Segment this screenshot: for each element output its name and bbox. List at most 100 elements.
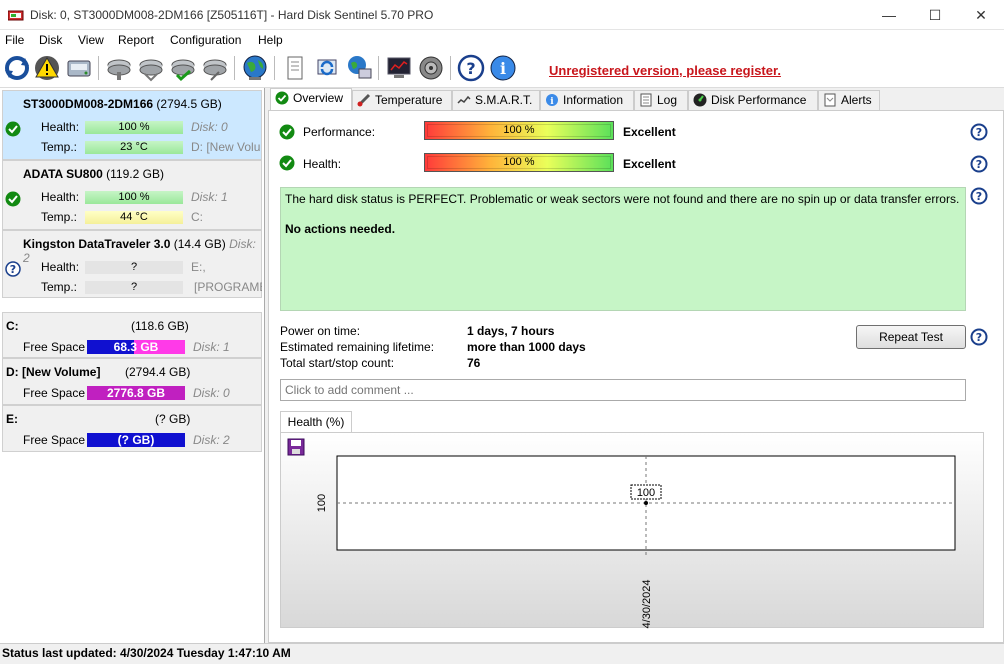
svg-text:?: ? — [976, 190, 982, 203]
smart-icon — [457, 95, 471, 104]
minimize-button[interactable]: — — [866, 0, 912, 30]
disk-tools-icon[interactable] — [201, 54, 229, 82]
disk-tools-icon[interactable] — [137, 54, 165, 82]
status-bar: Status last updated: 4/30/2024 Tuesday 1… — [0, 643, 1004, 664]
health-chart-panel: 100 4/30/2024 100 — [280, 432, 984, 628]
repeat-test-button[interactable]: Repeat Test — [856, 325, 966, 349]
tab-health-chart[interactable]: Health (%) — [280, 411, 352, 433]
help-icon[interactable]: ? — [970, 123, 988, 141]
tab-smart[interactable]: S.M.A.R.T. — [452, 90, 540, 110]
power-on-label: Power on time: — [280, 324, 361, 338]
svg-text:?: ? — [976, 331, 982, 344]
y-tick-label: 100 — [316, 494, 328, 512]
volume-size: (2794.4 GB) — [125, 365, 191, 379]
ok-check-icon — [5, 121, 21, 137]
title-bar: Disk: 0, ST3000DM008-2DM166 [Z505116T] -… — [0, 0, 1004, 30]
tab-alerts[interactable]: Alerts — [818, 90, 880, 110]
toolbar-separator — [234, 56, 235, 80]
svg-text:i: i — [500, 59, 506, 78]
free-space-label: Free Space — [23, 340, 86, 354]
monitor-icon[interactable] — [385, 54, 413, 82]
tab-disk-performance[interactable]: Disk Performance — [688, 90, 818, 110]
info-icon[interactable]: i — [489, 54, 517, 82]
lifetime-label: Estimated remaining lifetime: — [280, 340, 435, 354]
refresh-icon[interactable] — [3, 54, 31, 82]
disk-ref: Disk: 0 — [191, 120, 228, 134]
performance-rating: Excellent — [623, 125, 676, 139]
thermometer-icon — [357, 93, 371, 107]
globe-icon[interactable] — [241, 54, 269, 82]
temp-label: Temp.: — [41, 210, 78, 224]
health-bar: 100 % — [85, 121, 183, 134]
tab-overview[interactable]: Overview — [270, 88, 352, 111]
temp-bar: ? — [85, 281, 183, 294]
close-button[interactable]: ✕ — [958, 0, 1004, 30]
document-icon[interactable] — [281, 54, 309, 82]
performance-label: Performance: — [303, 125, 376, 139]
speaker-icon[interactable] — [417, 54, 445, 82]
status-action: No actions needed. — [285, 222, 396, 236]
comment-input[interactable] — [280, 379, 966, 401]
drive-ref: D: [New Volu — [191, 140, 261, 154]
volume-card-c[interactable]: C: (118.6 GB) Free Space 68.3 GB Disk: 1 — [2, 312, 262, 358]
ok-check-icon — [5, 191, 21, 207]
start-stop-label: Total start/stop count: — [280, 356, 395, 370]
help-icon[interactable]: ? — [970, 187, 988, 205]
disk-name: ADATA SU800 (119.2 GB) — [23, 167, 164, 181]
warning-icon[interactable] — [33, 54, 61, 82]
lifetime-value: more than 1000 days — [467, 340, 586, 354]
volume-card-e[interactable]: E: (? GB) Free Space (? GB) Disk: 2 — [2, 405, 262, 452]
disk-card-kingston[interactable]: Kingston DataTraveler 3.0 (14.4 GB) Disk… — [2, 230, 262, 298]
svg-text:?: ? — [976, 126, 982, 139]
menu-report[interactable]: Report — [118, 33, 154, 47]
free-space-bar: 68.3 GB — [87, 340, 185, 354]
disk-check-icon[interactable] — [169, 54, 197, 82]
drive-ref: C: — [191, 210, 203, 224]
temp-bar: 44 °C — [85, 211, 183, 224]
menu-configuration[interactable]: Configuration — [170, 33, 241, 47]
health-bar: ? — [85, 261, 183, 274]
disk-icon[interactable] — [65, 54, 93, 82]
menu-view[interactable]: View — [78, 33, 104, 47]
ok-check-icon — [279, 124, 295, 140]
check-icon — [275, 91, 289, 105]
overview-panel: Performance: 100 % Excellent ? Health: 1… — [268, 110, 1004, 643]
free-space-label: Free Space — [23, 386, 86, 400]
toolbar: ? i Unregistered version, please registe… — [0, 50, 1004, 88]
volume-letter: D: [New Volume] — [6, 365, 101, 379]
disk-tools-icon[interactable] — [105, 54, 133, 82]
menu-help[interactable]: Help — [258, 33, 283, 47]
health-chart: 100 4/30/2024 100 — [316, 455, 956, 628]
tab-temperature[interactable]: Temperature — [352, 90, 452, 110]
free-space-label: Free Space — [23, 433, 86, 447]
help-icon[interactable]: ? — [970, 328, 988, 346]
volume-card-d[interactable]: D: [New Volume] (2794.4 GB) Free Space 2… — [2, 358, 262, 405]
menu-file[interactable]: File — [5, 33, 24, 47]
sync-icon[interactable] — [313, 54, 341, 82]
tab-log[interactable]: Log — [634, 90, 688, 110]
maximize-button[interactable]: ☐ — [912, 0, 958, 30]
disk-card-adata[interactable]: ADATA SU800 (119.2 GB) Health: 100 % Dis… — [2, 160, 262, 230]
svg-text:?: ? — [976, 158, 982, 171]
help-icon[interactable]: ? — [970, 155, 988, 173]
free-space-bar: (? GB) — [87, 433, 185, 447]
tab-information[interactable]: i Information — [540, 90, 634, 110]
volume-size: (118.6 GB) — [131, 319, 189, 333]
unknown-status-icon: ? — [5, 261, 21, 277]
health-bar: 100 % — [85, 191, 183, 204]
free-space-bar: 2776.8 GB — [87, 386, 185, 400]
help-icon[interactable]: ? — [457, 54, 485, 82]
temp-label: Temp.: — [41, 280, 78, 294]
disk-card-st3000[interactable]: ST3000DM008-2DM166 (2794.5 GB) Health: 1… — [2, 90, 262, 160]
menu-disk[interactable]: Disk — [39, 33, 62, 47]
health-label: Health: — [41, 190, 80, 204]
network-icon[interactable] — [345, 54, 373, 82]
volume-letter: E: — [6, 412, 18, 426]
svg-text:i: i — [550, 97, 554, 107]
tab-strip: Overview Temperature S.M.A.R.T. i Informa… — [268, 88, 1004, 111]
disk-ref: Disk: 0 — [193, 386, 230, 400]
power-on-value: 1 days, 7 hours — [467, 324, 555, 338]
health-label: Health: — [41, 120, 80, 134]
ok-check-icon — [279, 155, 295, 171]
register-link[interactable]: Unregistered version, please register. — [549, 63, 781, 78]
